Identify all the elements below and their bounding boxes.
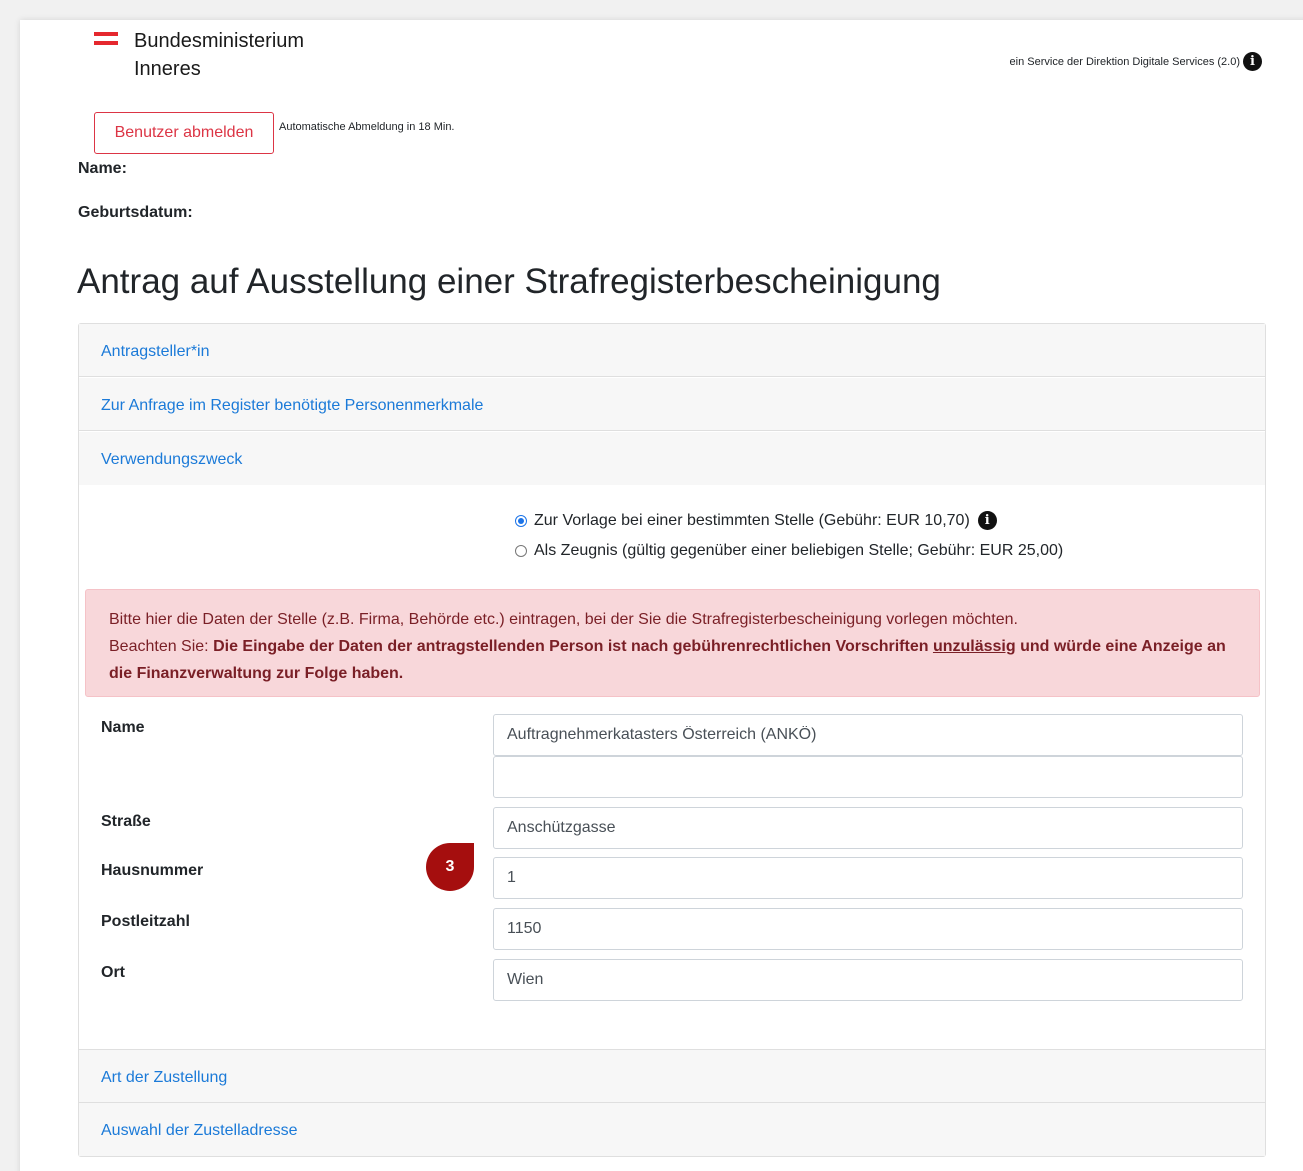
alert-bold-part1: Die Eingabe der Daten der antragstellend… [213, 638, 933, 655]
office-name-input-line2[interactable] [493, 756, 1243, 798]
zip-input[interactable] [493, 908, 1243, 950]
austria-flag-bar-top [94, 32, 118, 36]
accordion-header-purpose[interactable]: Verwendungszweck [79, 432, 1265, 485]
page-title: Antrag auf Ausstellung einer Strafregist… [77, 262, 941, 301]
logo-text-line1: Bundesministerium [134, 30, 305, 52]
accordion-header-applicant[interactable]: Antragsteller*in [79, 324, 1265, 377]
user-name-label: Name: [78, 160, 127, 177]
house-number-label: Hausnummer [101, 862, 204, 879]
auto-logout-text: Automatische Abmeldung in 18 Min. [279, 121, 455, 133]
house-number-input[interactable] [493, 857, 1243, 899]
service-info: ein Service der Direktion Digitale Servi… [1010, 52, 1262, 71]
alert-line2: Beachten Sie: Die Eingabe der Daten der … [109, 633, 1237, 687]
accordion-header-delivery-address[interactable]: Auswahl der Zustelladresse [79, 1103, 1265, 1156]
city-input[interactable] [493, 959, 1243, 1001]
logo-text-line2: Inneres [134, 58, 201, 80]
accordion-header-delivery-type[interactable]: Art der Zustellung [79, 1049, 1265, 1103]
city-label: Ort [101, 964, 125, 981]
alert-prefix: Beachten Sie: [109, 638, 214, 655]
warning-alert: Bitte hier die Daten der Stelle (z.B. Fi… [85, 589, 1260, 697]
alert-underlined: unzulässig [932, 638, 1016, 655]
step-badge: 3 [426, 843, 474, 891]
radio-button-checked[interactable] [515, 514, 527, 527]
radio-button[interactable] [515, 545, 527, 557]
application-accordion: Antragsteller*in Zur Anfrage im Register… [78, 323, 1266, 1157]
office-name-input[interactable] [493, 714, 1243, 756]
office-name-label: Name [101, 719, 145, 736]
purpose-option-label: Als Zeugnis (gültig gegenüber einer beli… [534, 542, 1064, 559]
purpose-option-certificate[interactable]: Als Zeugnis (gültig gegenüber einer beli… [515, 542, 1063, 560]
logout-button[interactable]: Benutzer abmelden [94, 112, 274, 154]
zip-label: Postleitzahl [101, 913, 190, 930]
purpose-option-specific-office[interactable]: Zur Vorlage bei einer bestimmten Stelle … [515, 511, 997, 530]
austria-flag-bar-bottom [94, 41, 118, 45]
info-icon[interactable]: i [1243, 52, 1262, 71]
street-label: Straße [101, 813, 151, 830]
purpose-option-label: Zur Vorlage bei einer bestimmten Stelle … [534, 511, 970, 529]
street-input[interactable] [493, 807, 1243, 849]
accordion-header-person-attributes[interactable]: Zur Anfrage im Register benötigte Person… [79, 378, 1265, 431]
info-icon[interactable]: i [977, 511, 997, 530]
user-dob-label: Geburtsdatum: [78, 204, 193, 221]
service-text: ein Service der Direktion Digitale Servi… [1009, 55, 1240, 68]
alert-line1: Bitte hier die Daten der Stelle (z.B. Fi… [109, 611, 1018, 628]
